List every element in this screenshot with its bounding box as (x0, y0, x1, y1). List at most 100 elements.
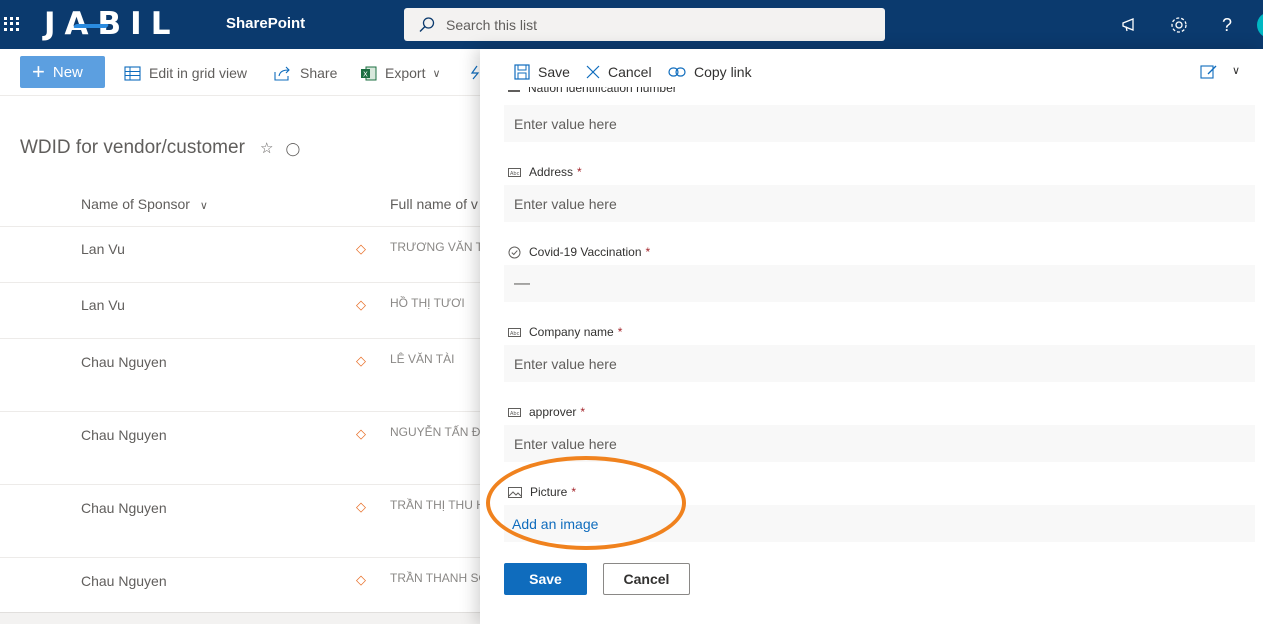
list-title-icons: ☆ ◯ (260, 139, 300, 157)
save-icon (514, 64, 530, 80)
panel-cancel-button[interactable]: Cancel (586, 64, 652, 80)
column-header-fullname[interactable]: Full name of v (390, 196, 480, 212)
svg-text:Abc: Abc (510, 171, 520, 177)
search-box[interactable] (404, 8, 885, 41)
search-input[interactable] (446, 16, 846, 33)
sponsor-cell: Chau Nguyen (81, 354, 167, 370)
search-icon (419, 16, 435, 32)
page-title: WDID for vendor/customer (20, 137, 245, 158)
favorite-star-icon[interactable]: ☆ (260, 140, 273, 157)
required-marker: * (571, 485, 577, 499)
fullname-cell: NGUYỄN TẤN ĐẠ (390, 425, 480, 439)
brand-logo[interactable]: JABIL (44, 6, 179, 42)
table-row[interactable]: Chau Nguyen ◇ LÊ VĂN TÀI (0, 338, 480, 411)
panel-cancel-label: Cancel (608, 64, 652, 80)
export-button[interactable]: X Export ∨ (360, 65, 441, 81)
edit-grid-button[interactable]: Edit in grid view (124, 65, 247, 81)
table-row[interactable]: Lan Vu ◇ TRƯƠNG VĂN TI (0, 226, 480, 282)
copy-link-button[interactable]: Copy link (668, 64, 752, 80)
sponsor-cell: Chau Nguyen (81, 427, 167, 443)
link-icon (668, 66, 686, 78)
copy-link-label: Copy link (694, 64, 752, 80)
text-field-icon: Abc (508, 167, 521, 177)
text-field-icon: Abc (508, 327, 521, 337)
new-button[interactable]: + New (20, 56, 105, 88)
app-name[interactable]: SharePoint (226, 15, 305, 32)
fullname-cell: LÊ VĂN TÀI (390, 352, 455, 366)
app-launcher-icon[interactable] (0, 12, 22, 36)
plus-icon: + (32, 59, 45, 84)
edit-grid-label: Edit in grid view (149, 65, 248, 81)
text-field-icon (508, 90, 520, 92)
field-label-picture-text: Picture (530, 485, 568, 499)
column-header-sponsor[interactable]: Name of Sponsor ∨ (81, 196, 208, 212)
svg-text:Abc: Abc (510, 411, 520, 417)
suite-bar: JABIL SharePoint ? (0, 0, 1263, 49)
table-row[interactable]: Chau Nguyen ◇ TRẦN THỊ THU H (0, 484, 480, 557)
company-name-field[interactable]: Enter value here (504, 345, 1255, 382)
brand-swoosh (72, 24, 110, 28)
covid-vaccination-field[interactable]: — (504, 265, 1255, 302)
field-label-approver: Abc approver * (508, 405, 585, 419)
fullname-cell: TRẦN THANH SƠ (390, 571, 480, 585)
horizontal-scrollbar[interactable] (0, 612, 480, 624)
edit-item-panel: Save Cancel Copy link ∨ Nation identific… (480, 49, 1263, 624)
share-icon (274, 66, 292, 81)
required-marker: * (580, 405, 586, 419)
check-circle-icon (508, 246, 521, 259)
required-marker: * (577, 165, 582, 179)
svg-text:Abc: Abc (510, 331, 520, 337)
save-button[interactable]: Save (504, 563, 587, 595)
sponsor-cell: Chau Nguyen (81, 500, 167, 516)
cancel-button[interactable]: Cancel (603, 563, 690, 595)
field-label-address: Abc Address * (508, 165, 582, 179)
table-row[interactable]: Chau Nguyen ◇ TRẦN THANH SƠ (0, 557, 480, 612)
tag-icon: ◇ (356, 426, 366, 441)
grid-icon (124, 65, 141, 81)
table-row[interactable]: Lan Vu ◇ HỒ THỊ TƯƠI (0, 282, 480, 338)
field-label-picture: Picture * (508, 485, 576, 499)
megaphone-icon[interactable] (1118, 12, 1144, 38)
help-icon[interactable]: ? (1214, 12, 1240, 38)
approver-field[interactable]: Enter value here (504, 425, 1255, 462)
field-label-address-text: Address (529, 165, 574, 179)
fullname-cell: TRẦN THỊ THU H (390, 498, 480, 512)
field-label-covid-text: Covid-19 Vaccination (529, 245, 642, 259)
avatar[interactable] (1257, 12, 1263, 38)
sponsor-cell: Lan Vu (81, 241, 125, 257)
add-image-link[interactable]: Add an image (512, 516, 598, 532)
tag-icon: ◇ (356, 572, 366, 587)
nation-id-field[interactable]: Enter value here (504, 105, 1255, 142)
excel-icon: X (360, 66, 377, 81)
chevron-down-icon: ∨ (432, 67, 441, 80)
required-marker: * (617, 325, 623, 339)
field-label-approver-text: approver (529, 405, 577, 419)
panel-save-button[interactable]: Save (514, 64, 570, 80)
field-label-covid: Covid-19 Vaccination * (508, 245, 650, 259)
fullname-cell: HỒ THỊ TƯƠI (390, 296, 465, 310)
tag-icon: ◇ (356, 353, 366, 368)
close-icon (586, 65, 600, 79)
field-label-cut: Nation identification number (508, 87, 677, 95)
text-field-icon: Abc (508, 407, 521, 417)
chevron-down-icon[interactable]: ∨ (1232, 64, 1240, 77)
edit-form-icon[interactable] (1200, 64, 1218, 80)
tag-icon: ◇ (356, 241, 366, 256)
fullname-cell: TRƯƠNG VĂN TI (390, 240, 480, 254)
sponsor-cell: Chau Nguyen (81, 573, 167, 589)
gear-icon[interactable] (1166, 12, 1192, 38)
field-label-cut-text: Nation identification number (528, 87, 677, 95)
field-label-company-text: Company name (529, 325, 614, 339)
sponsor-cell: Lan Vu (81, 297, 125, 313)
share-button[interactable]: Share (274, 65, 337, 81)
column-header-sponsor-label: Name of Sponsor (81, 196, 190, 212)
field-label-company: Abc Company name * (508, 325, 622, 339)
new-button-label: New (52, 63, 83, 81)
picture-field: Add an image (504, 505, 1255, 542)
flow-icon[interactable] (470, 65, 480, 80)
share-label: Share (300, 65, 338, 81)
table-row[interactable]: Chau Nguyen ◇ NGUYỄN TẤN ĐẠ (0, 411, 480, 484)
address-field[interactable]: Enter value here (504, 185, 1255, 222)
check-circle-icon[interactable]: ◯ (286, 141, 301, 156)
required-marker: * (645, 245, 651, 259)
